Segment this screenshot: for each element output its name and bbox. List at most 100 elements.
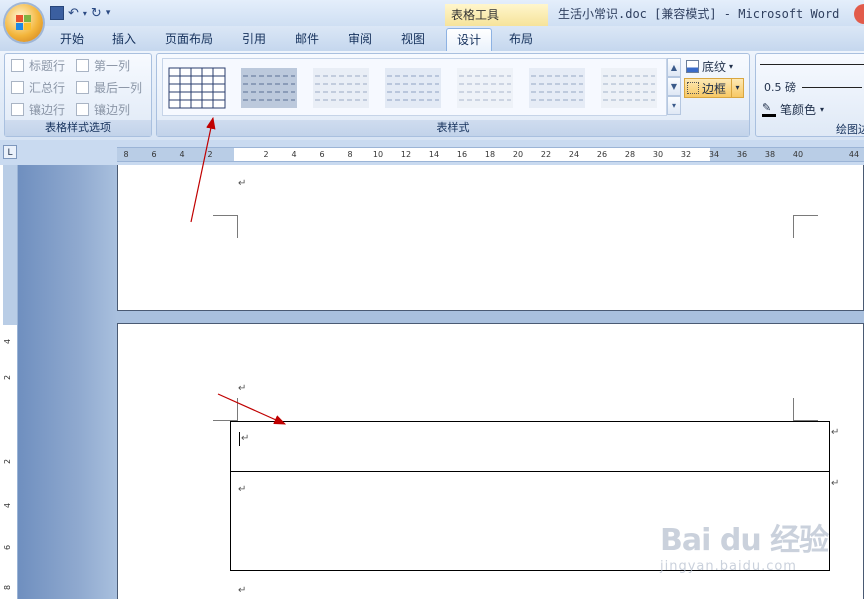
undo-icon[interactable]: ↶ xyxy=(68,6,79,21)
checkbox-box[interactable] xyxy=(76,80,89,94)
ruler-tick: 18 xyxy=(484,150,496,159)
pen-icon: ✎ xyxy=(762,102,776,117)
table-cell-mark: ↵ xyxy=(241,433,250,444)
paint-bucket-icon xyxy=(686,59,699,73)
pen-color-button[interactable]: ✎ 笔颜色 ▾ xyxy=(762,101,824,118)
tab-home[interactable]: 开始 xyxy=(50,28,94,51)
ruler-margin-left xyxy=(117,148,234,161)
checkbox-total-row[interactable]: 汇总行 xyxy=(11,79,65,95)
vertical-ruler[interactable]: 4 2 2 4 6 8 xyxy=(3,165,18,599)
checkbox-first-column[interactable]: 第一列 xyxy=(76,57,130,73)
gallery-up-icon[interactable]: ▲ xyxy=(667,58,681,77)
vruler-tick: 4 xyxy=(3,338,13,345)
ruler-tick: 38 xyxy=(764,150,776,159)
checkbox-label: 第一列 xyxy=(94,58,131,73)
ruler-tick: 30 xyxy=(652,150,664,159)
table-style-grid[interactable] xyxy=(167,65,227,111)
checkbox-header-row[interactable]: 标题行 xyxy=(11,57,65,73)
ruler-tick: 2 xyxy=(207,150,213,159)
checkbox-box[interactable] xyxy=(11,102,24,116)
tab-view[interactable]: 视图 xyxy=(391,28,435,51)
checkbox-box[interactable] xyxy=(11,80,24,94)
ruler-tick: 14 xyxy=(428,150,440,159)
ruler-tick: 44 xyxy=(848,150,860,159)
tab-selector-icon[interactable]: L xyxy=(3,145,17,159)
gallery-down-icon[interactable]: ▼ xyxy=(667,77,681,96)
borders-label: 边框 xyxy=(702,81,727,96)
table-style-light-2[interactable] xyxy=(383,65,443,111)
tab-layout[interactable]: 布局 xyxy=(499,28,543,51)
ruler-tick: 32 xyxy=(680,150,692,159)
window-title: 生活小常识.doc [兼容模式] - Microsoft Word xyxy=(558,7,840,21)
vruler-tick: 4 xyxy=(3,502,13,509)
crop-mark xyxy=(793,398,818,421)
ruler-tick: 6 xyxy=(151,150,157,159)
tab-design[interactable]: 设计 xyxy=(446,28,492,51)
table-style-light-1[interactable] xyxy=(311,65,371,111)
tab-references[interactable]: 引用 xyxy=(232,28,276,51)
office-button[interactable] xyxy=(5,4,43,42)
redo-icon[interactable]: ↻ xyxy=(91,6,102,21)
checkbox-label: 标题行 xyxy=(29,58,66,73)
ruler-tick: 34 xyxy=(708,150,720,159)
border-grid-icon xyxy=(687,82,699,94)
row-end-mark: ↵ xyxy=(831,427,840,438)
ruler-tick: 26 xyxy=(596,150,608,159)
vruler-tick: 2 xyxy=(3,458,13,465)
checkbox-banded-columns[interactable]: 镶边列 xyxy=(76,101,130,117)
paragraph-mark: ↵ xyxy=(238,383,247,394)
ruler-tick: 12 xyxy=(400,150,412,159)
undo-dropdown-icon[interactable]: ▾ xyxy=(83,9,87,18)
checkbox-box[interactable] xyxy=(11,58,24,72)
row-end-mark: ↵ xyxy=(831,478,840,489)
ruler-tick: 2 xyxy=(263,150,269,159)
gallery-scroll: ▲ ▼ ▾ xyxy=(667,58,681,116)
table-row[interactable] xyxy=(231,422,829,472)
vruler-tick: 2 xyxy=(3,374,13,381)
baidu-watermark: Bai du 经验 jingyan.baidu.com xyxy=(660,515,829,574)
horizontal-ruler[interactable]: 8 6 4 2 2 4 6 8 10 12 14 16 18 20 22 24 … xyxy=(117,147,864,162)
tab-review[interactable]: 审阅 xyxy=(338,28,382,51)
ruler-tick: 20 xyxy=(512,150,524,159)
crop-mark xyxy=(213,215,238,238)
paragraph-mark: ↵ xyxy=(238,585,247,596)
document-page-1[interactable] xyxy=(117,165,864,311)
ruler-tick: 8 xyxy=(123,150,129,159)
table-style-light-3[interactable] xyxy=(455,65,515,111)
vruler-tick: 8 xyxy=(3,584,13,591)
ruler-tick: 36 xyxy=(736,150,748,159)
table-tools-header: 表格工具 xyxy=(445,4,548,26)
ruler-tick: 4 xyxy=(291,150,297,159)
checkbox-last-column[interactable]: 最后一列 xyxy=(76,79,142,95)
ruler-margin-right xyxy=(710,148,864,161)
crop-mark xyxy=(213,398,238,421)
pen-color-label: 笔颜色 xyxy=(780,103,817,117)
gallery-more-icon[interactable]: ▾ xyxy=(667,96,681,115)
table-style-light-5[interactable] xyxy=(599,65,659,111)
save-icon[interactable] xyxy=(50,6,64,20)
tab-mailings[interactable]: 邮件 xyxy=(285,28,329,51)
vruler-tick: 6 xyxy=(3,544,13,551)
ruler-tick: 8 xyxy=(347,150,353,159)
table-style-shaded[interactable] xyxy=(239,65,299,111)
office-logo-icon xyxy=(16,15,32,31)
checkbox-box[interactable] xyxy=(76,102,89,116)
checkbox-banded-rows[interactable]: 镶边行 xyxy=(11,101,65,117)
borders-button[interactable]: 边框 ▾ xyxy=(684,78,744,98)
table-style-light-4[interactable] xyxy=(527,65,587,111)
chevron-down-icon[interactable]: ▾ xyxy=(731,79,743,97)
table-cell-mark: ↵ xyxy=(238,484,247,495)
line-style-selector[interactable] xyxy=(760,64,864,65)
ruler-tick: 4 xyxy=(179,150,185,159)
checkbox-label: 镶边行 xyxy=(29,102,66,117)
chevron-down-icon: ▾ xyxy=(820,105,825,114)
text-cursor xyxy=(239,432,240,446)
shading-button[interactable]: 底纹 ▾ xyxy=(686,57,748,75)
tab-page-layout[interactable]: 页面布局 xyxy=(158,28,220,51)
tab-insert[interactable]: 插入 xyxy=(102,28,146,51)
customize-qat-icon[interactable]: ▾ xyxy=(106,8,111,18)
line-weight-selector[interactable]: 0.5 磅 xyxy=(764,79,862,95)
paragraph-mark: ↵ xyxy=(238,178,247,189)
ruler-tick: 24 xyxy=(568,150,580,159)
checkbox-box[interactable] xyxy=(76,58,89,72)
